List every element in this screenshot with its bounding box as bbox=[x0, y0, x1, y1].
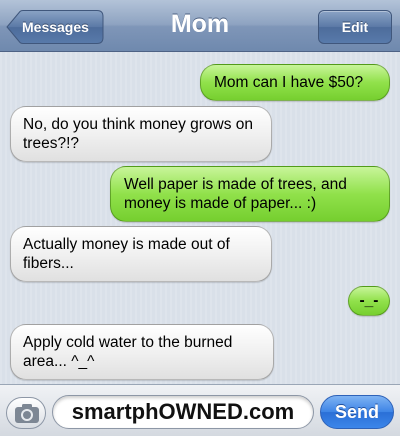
message-bubble-received: Apply cold water to the burned area... ^… bbox=[10, 324, 274, 380]
conversation-title: Mom bbox=[170, 10, 230, 38]
camera-icon bbox=[15, 404, 39, 423]
message-bubble-received: Actually money is made out of fibers... bbox=[10, 226, 272, 282]
navigation-bar: Messages Mom Edit bbox=[0, 0, 400, 52]
message-bubble-sent: -_- bbox=[348, 286, 390, 316]
camera-button[interactable] bbox=[6, 397, 46, 429]
back-button[interactable]: Messages bbox=[6, 10, 104, 44]
message-input[interactable]: smartphOWNED.com bbox=[52, 395, 314, 429]
message-bubble-received: No, do you think money grows on trees?!? bbox=[10, 106, 272, 162]
message-bubble-sent: Mom can I have $50? bbox=[200, 64, 390, 101]
send-button[interactable]: Send bbox=[320, 395, 394, 429]
back-button-label: Messages bbox=[22, 19, 89, 35]
message-composer: smartphOWNED.com Send bbox=[0, 384, 400, 436]
message-bubble-sent: Well paper is made of trees, and money i… bbox=[110, 166, 390, 222]
edit-button[interactable]: Edit bbox=[318, 10, 392, 44]
